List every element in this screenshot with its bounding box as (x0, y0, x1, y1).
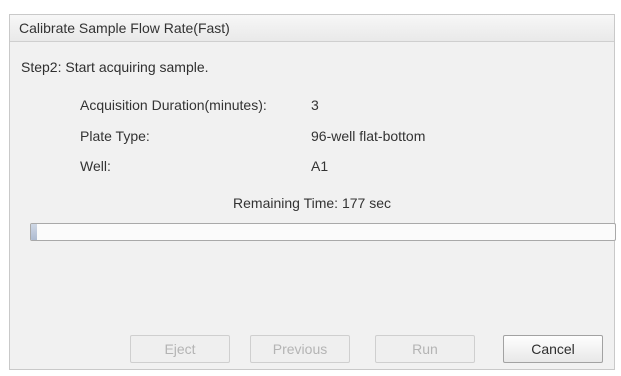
plate-type-label: Plate Type: (80, 128, 150, 144)
acquisition-duration-label: Acquisition Duration(minutes): (80, 97, 267, 113)
dialog-titlebar: Calibrate Sample Flow Rate(Fast) (10, 15, 614, 42)
well-label: Well: (80, 158, 111, 174)
progress-bar (30, 223, 616, 241)
run-button[interactable]: Run (375, 335, 475, 363)
dialog-title: Calibrate Sample Flow Rate(Fast) (19, 20, 230, 36)
plate-type-value: 96-well flat-bottom (311, 128, 426, 144)
acquisition-duration-value: 3 (311, 97, 319, 113)
progress-fill (31, 224, 37, 240)
calibrate-dialog: Calibrate Sample Flow Rate(Fast) Step2: … (9, 14, 616, 370)
cancel-button[interactable]: Cancel (503, 335, 603, 363)
remaining-time: Remaining Time: 177 sec (233, 195, 391, 211)
previous-button[interactable]: Previous (250, 335, 350, 363)
eject-button[interactable]: Eject (130, 335, 230, 363)
step-instruction: Step2: Start acquiring sample. (21, 59, 209, 75)
well-value: A1 (311, 158, 329, 174)
